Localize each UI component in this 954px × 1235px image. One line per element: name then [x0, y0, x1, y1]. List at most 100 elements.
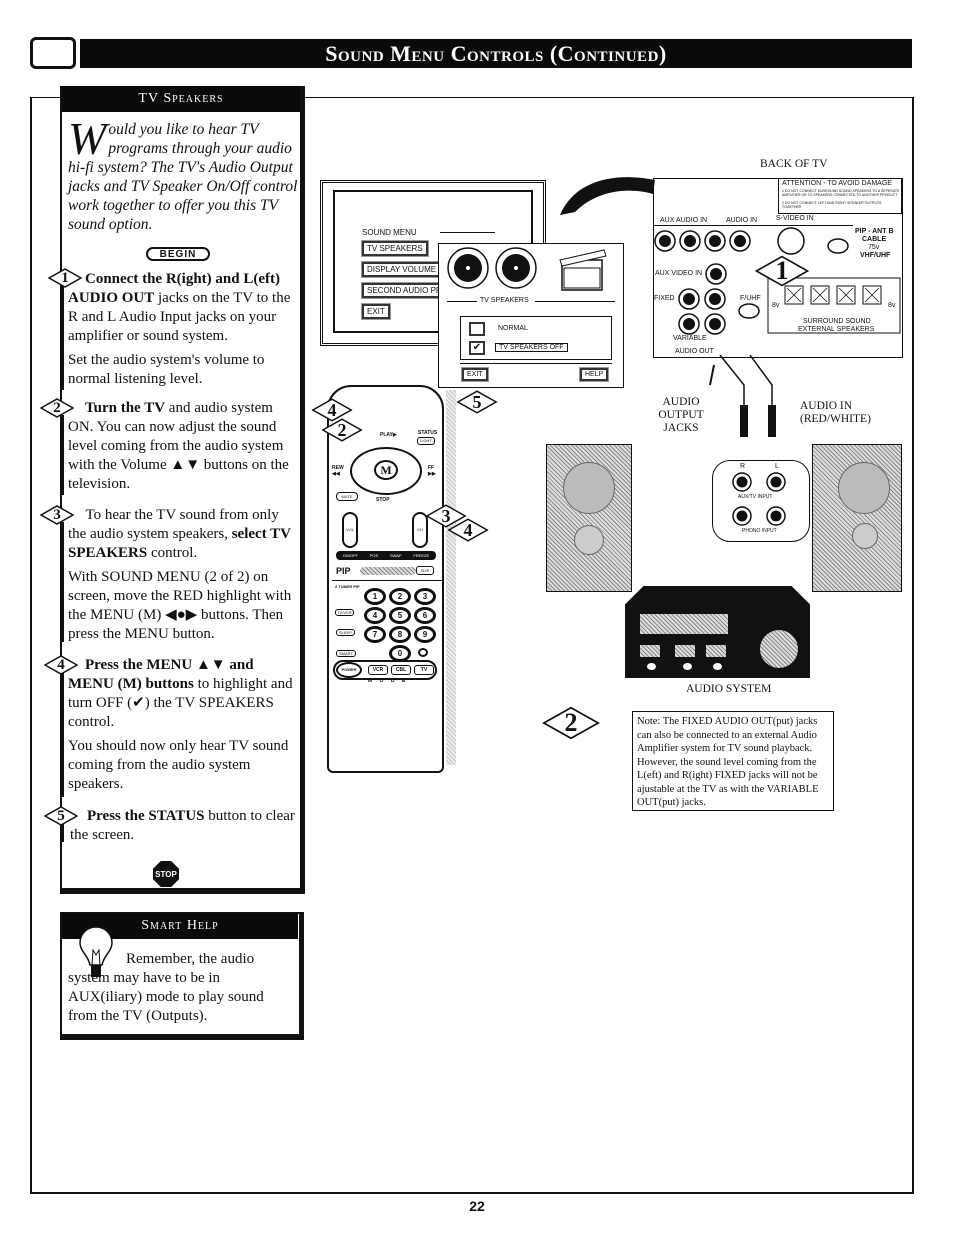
remote-sleep-button[interactable]: SLEEP — [336, 629, 355, 636]
remote-vol-button[interactable]: VOL — [342, 512, 358, 548]
remote-rew-label: REW ◀◀ — [332, 465, 344, 477]
sound-menu-item[interactable]: TV SPEAKERS — [362, 241, 428, 256]
begin-badge: BEGIN — [146, 247, 210, 261]
audio-system-label: AUDIO SYSTEM — [686, 683, 772, 695]
intro-text: Would you like to hear TV programs throu… — [68, 113, 300, 234]
step-4: Press the MENU ▲▼ and MENU (M) buttons t… — [68, 657, 293, 792]
callout-1: 1 — [752, 255, 812, 287]
aux-video-in-label: AUX VIDEO IN — [655, 270, 703, 277]
external-speakers-label: EXTERNAL SPEAKERS — [798, 326, 875, 333]
submenu-title: TV SPEAKERS — [480, 297, 529, 304]
remote-digit-4[interactable]: 4 — [364, 607, 386, 624]
eight-volt-label: 8v — [772, 302, 780, 309]
remote-mode-label: M O D E — [368, 678, 409, 684]
aux-tv-input-label: AUX/TV INPUT — [738, 494, 773, 500]
callout-2-remote: 2 — [320, 418, 364, 442]
remote-menu-button[interactable]: M — [374, 460, 398, 480]
audio-system-button[interactable] — [675, 645, 695, 657]
submenu-exit-button[interactable]: EXIT — [462, 368, 488, 381]
page-title: Sound Menu Controls (Continued) — [80, 39, 912, 68]
attention-line: 1 DO NOT CONNECT SURROUND SOUND SPEAKERS… — [782, 189, 900, 197]
remote-smart-button[interactable]: SMART — [336, 650, 356, 657]
remote-light-button[interactable]: LIGHT — [417, 437, 435, 445]
step-3: To hear the TV sound from only the audio… — [68, 507, 292, 642]
remote-size-button[interactable]: SIZE — [416, 566, 434, 575]
remote-shadow — [446, 390, 456, 765]
attention-title: ATTENTION - TO AVOID DAMAGE — [782, 180, 892, 187]
pip-ant-label: PIP - ANT B — [855, 228, 894, 235]
remote-digit-6[interactable]: 6 — [414, 607, 436, 624]
callout-2: 2 — [540, 706, 602, 740]
right-speaker-tweeter — [852, 523, 878, 549]
remote-divider — [332, 580, 442, 581]
remote-mode-tv-button[interactable]: TV — [414, 665, 434, 675]
sound-menu-item[interactable]: SECOND AUDIO PR — [362, 283, 442, 298]
s-video-in-label: S-VIDEO IN — [776, 215, 814, 222]
remote-mute-button[interactable]: MUTE — [336, 492, 358, 501]
submenu-rule — [535, 301, 615, 302]
remote-pip-slider[interactable] — [360, 567, 416, 575]
remote-status-label: STATUS — [418, 430, 438, 436]
remote-pip-label: PIP — [336, 566, 351, 576]
remote-mode-cbl-button[interactable]: CBL — [391, 665, 411, 675]
vhf-uhf-label: VHF/UHF — [860, 252, 891, 259]
remote-digit-3[interactable]: 3 — [414, 588, 436, 605]
remote-digit-1[interactable]: 1 — [364, 588, 386, 605]
audio-system-display — [640, 614, 728, 634]
remote-stop-label: STOP — [376, 497, 390, 503]
remote-enter-button[interactable] — [418, 648, 428, 657]
remote-digit-2[interactable]: 2 — [389, 588, 411, 605]
left-speaker-tweeter — [574, 525, 604, 555]
audio-in-label: AUDIO IN — [726, 217, 758, 224]
normal-checkbox[interactable] — [469, 322, 485, 336]
audio-system-button[interactable] — [640, 645, 660, 657]
tv-speakers-header: TV Speakers — [62, 86, 300, 112]
remote-tv-vcr-button[interactable]: TV/VCR — [335, 609, 354, 616]
step-rule — [62, 285, 64, 390]
remote-digit-8[interactable]: 8 — [389, 626, 411, 643]
tv-icon — [30, 37, 76, 69]
remote-ff-label: FF ▶▶ — [428, 465, 436, 477]
step-1: Connect the R(ight) and L(eft) AUDIO OUT… — [68, 271, 291, 387]
step-2: Turn the TV and audio system ON. You can… — [68, 400, 289, 492]
fixed-label: FIXED — [654, 295, 675, 302]
remote-pip-onoff-button[interactable]: ON/OFF — [343, 552, 358, 559]
tv-speakers-off-checkbox[interactable]: ✔ — [469, 341, 485, 355]
audio-cable-graphic — [709, 355, 776, 437]
audio-system-knob-small[interactable] — [647, 663, 656, 670]
film-reel-icon — [447, 247, 607, 291]
remote-pip-freeze-button[interactable]: FREEZE — [413, 552, 429, 559]
smart-help-text: Remember, the audio system may have to b… — [68, 951, 264, 1024]
tv-speakers-off-option-label: TV SPEAKERS OFF — [495, 343, 568, 352]
submenu-help-button[interactable]: HELP — [580, 368, 609, 381]
remote-digit-5[interactable]: 5 — [389, 607, 411, 624]
remote-digit-9[interactable]: 9 — [414, 626, 436, 643]
menu-title-rule — [440, 232, 495, 233]
audio-system-knob-small[interactable] — [683, 663, 692, 670]
sound-menu-title: SOUND MENU — [362, 228, 417, 237]
remote-power-button[interactable]: POWER — [336, 662, 362, 678]
audio-in-red-white-label: AUDIO IN (RED/WHITE) — [800, 400, 871, 425]
intro-dropcap: W — [68, 113, 107, 164]
sound-menu-item[interactable]: EXIT — [362, 304, 390, 319]
uhf-label: F/UHF — [740, 295, 761, 302]
remote-pip-pos-button[interactable]: POS — [370, 552, 378, 559]
surround-sound-label: SURROUND SOUND — [803, 318, 871, 325]
normal-option-label: NORMAL — [498, 325, 528, 332]
remote-digit-7[interactable]: 7 — [364, 626, 386, 643]
phono-input-label: PHONO INPUT — [742, 528, 777, 534]
remote-two-tuner-label: 2 TUNER PIP — [335, 584, 360, 589]
audio-system-knob-small[interactable] — [713, 663, 722, 670]
callout-4-remote: 4 — [446, 518, 490, 542]
audio-system-button[interactable] — [706, 645, 726, 657]
right-speaker-woofer — [838, 462, 890, 514]
stop-icon: STOP — [153, 861, 179, 887]
remote-pip-swap-button[interactable]: SWAP — [390, 552, 402, 559]
cable-label: CABLE — [862, 236, 887, 243]
remote-mode-vcr-button[interactable]: VCR — [368, 665, 388, 675]
left-speaker-woofer — [563, 462, 615, 514]
ohms-label: 75v — [868, 244, 880, 251]
remote-pip-row: ON/OFF POS SWAP FREEZE — [336, 551, 436, 560]
volume-knob[interactable] — [760, 630, 798, 668]
sound-menu-item[interactable]: DISPLAY VOLUME — [362, 262, 442, 277]
